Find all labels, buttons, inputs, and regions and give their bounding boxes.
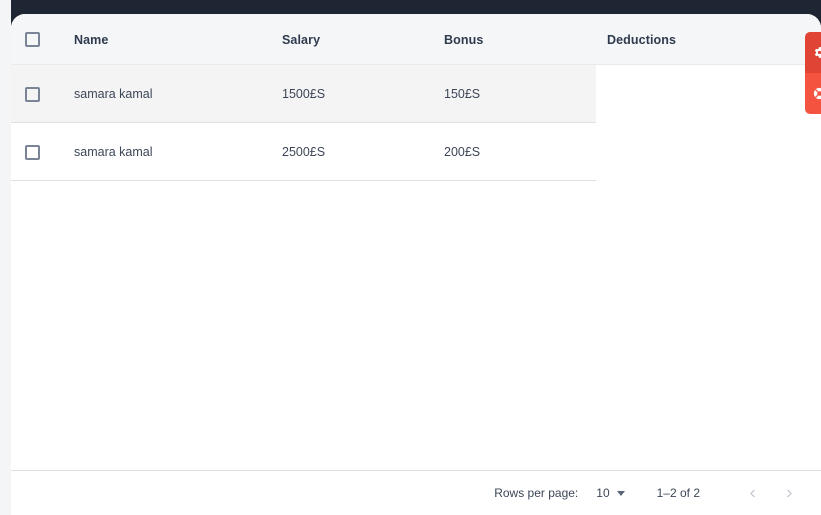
- column-header-deductions[interactable]: Deductions: [607, 14, 676, 65]
- data-table-card: Name Salary Bonus Deductions samara kama…: [11, 14, 821, 515]
- rows-per-page-value: 10: [596, 486, 610, 500]
- table-row[interactable]: samara kamal 1500£S 150£S: [11, 65, 821, 123]
- table-row[interactable]: samara kamal 2500£S 200£S: [11, 123, 821, 181]
- column-header-salary[interactable]: Salary: [282, 14, 320, 65]
- pagination-range-label: 1–2 of 2: [656, 486, 700, 500]
- floating-action-rail: [805, 32, 821, 114]
- select-all-checkbox[interactable]: [25, 32, 40, 47]
- cell-salary: 1500£S: [282, 87, 326, 101]
- row-select-checkbox[interactable]: [25, 144, 40, 160]
- chevron-right-icon: [786, 489, 792, 497]
- gear-icon: [814, 47, 821, 58]
- chevron-down-icon: [616, 490, 625, 496]
- lifebuoy-icon: [813, 87, 821, 100]
- table-pagination-footer: Rows per page: 10 1–2 of 2: [11, 470, 821, 515]
- support-fab-button[interactable]: [805, 73, 821, 114]
- cell-bonus: 150£S: [444, 87, 481, 101]
- left-sidebar-rail: [0, 0, 11, 515]
- table-body: samara kamal 1500£S 150£S samara kamal 2…: [11, 65, 821, 181]
- column-header-bonus[interactable]: Bonus: [444, 14, 483, 65]
- row-checkbox-cell[interactable]: [25, 123, 40, 181]
- cell-name: samara kamal: [74, 145, 153, 159]
- column-header-name[interactable]: Name: [74, 14, 108, 65]
- cell-bonus: 200£S: [444, 145, 481, 159]
- next-page-button[interactable]: [775, 479, 803, 507]
- row-checkbox-cell[interactable]: [25, 65, 40, 123]
- rows-per-page-select[interactable]: 10: [596, 486, 625, 500]
- select-all-checkbox-cell[interactable]: [25, 14, 40, 65]
- cell-salary: 2500£S: [282, 145, 326, 159]
- cell-name: samara kamal: [74, 87, 153, 101]
- rows-per-page-label: Rows per page:: [494, 486, 579, 500]
- row-select-checkbox[interactable]: [25, 86, 40, 102]
- table-header-row: Name Salary Bonus Deductions: [11, 14, 821, 65]
- settings-fab-button[interactable]: [805, 32, 821, 73]
- chevron-left-icon: [749, 489, 755, 497]
- previous-page-button[interactable]: [738, 479, 766, 507]
